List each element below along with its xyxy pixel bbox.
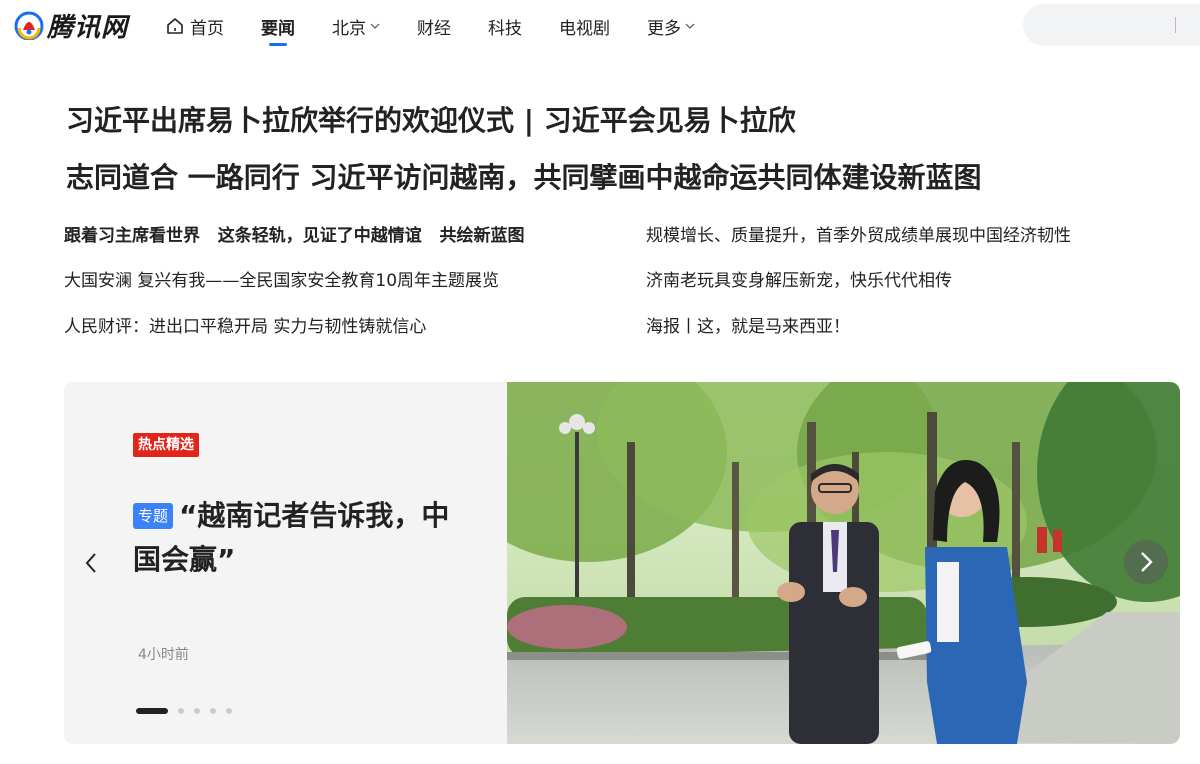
nav-tech[interactable]: 科技 [488,0,522,52]
carousel-dot[interactable] [136,708,168,714]
search-box[interactable] [1023,4,1200,46]
nav-news[interactable]: 要闻 [261,0,295,52]
search-input[interactable] [1039,14,1169,36]
carousel-dot[interactable] [226,708,232,714]
chevron-down-icon [370,23,380,29]
nav-beijing[interactable]: 北京 [332,0,380,52]
carousel-text-panel: 热点精选 专题 “越南记者告诉我，中国会赢” 4小时前 [64,382,507,744]
nav-finance[interactable]: 财经 [417,0,451,52]
headline-main-2[interactable]: 志同道合 一路同行 习近平访问越南，共同擘画中越命运共同体建设新蓝图 [66,156,982,196]
tencent-bell-logo-icon [14,11,44,40]
tencent-logo[interactable]: 腾讯网 [14,8,129,43]
carousel-title-text: “越南记者告诉我，中国会赢” [133,499,450,576]
featured-carousel: 热点精选 专题 “越南记者告诉我，中国会赢” 4小时前 [64,382,1180,744]
nav-tech-label: 科技 [488,18,522,39]
nav-more-label: 更多 [647,18,681,39]
carousel-pagination [136,708,242,714]
chevron-down-icon [685,23,695,29]
nav-news-label: 要闻 [261,18,295,39]
news-link-right-2[interactable]: 济南老玩具变身解压新宠，快乐代代相传 [646,266,952,291]
main-nav: 首页 要闻 北京 财经 科技 电视剧 更多 [166,0,732,52]
news-link-left-2[interactable]: 大国安澜 复兴有我——全民国家安全教育10周年主题展览 [64,266,499,291]
carousel-photo[interactable] [507,382,1180,744]
headline-main-1[interactable]: 习近平出席易卜拉欣举行的欢迎仪式 | 习近平会见易卜拉欣 [66,99,796,139]
search-divider [1175,17,1176,33]
news-link-right-1[interactable]: 规模增长、质量提升，首季外贸成绩单展现中国经济韧性 [646,221,1071,246]
next-slide-button[interactable] [1124,540,1168,584]
nav-beijing-label: 北京 [332,18,366,39]
nav-more[interactable]: 更多 [647,0,695,52]
carousel-dot[interactable] [210,708,216,714]
top-header: 腾讯网 首页 要闻 北京 财经 科技 电视剧 更多 [0,0,1200,52]
news-link-right-3[interactable]: 海报丨这，就是马来西亚！ [646,312,850,337]
home-icon [167,18,183,34]
logo-text: 腾讯网 [47,12,129,43]
previous-slide-arrow-icon[interactable] [80,548,102,578]
nav-home-label: 首页 [190,18,224,39]
news-link-left-1[interactable]: 跟着习主席看世界 这条轻轨，见证了中越情谊 共绘新蓝图 [64,221,525,246]
nav-tv[interactable]: 电视剧 [559,0,610,52]
nav-finance-label: 财经 [417,18,451,39]
carousel-dot[interactable] [194,708,200,714]
carousel-timestamp: 4小时前 [138,647,189,663]
hot-picks-badge: 热点精选 [133,433,199,457]
carousel-title[interactable]: 专题 “越南记者告诉我，中国会赢” [133,494,463,582]
nav-tv-label: 电视剧 [559,18,610,39]
chevron-right-icon [1141,552,1153,572]
carousel-dot[interactable] [178,708,184,714]
news-link-left-3[interactable]: 人民财评：进出口平稳开局 实力与韧性铸就信心 [64,312,426,337]
nav-home[interactable]: 首页 [166,0,224,52]
topic-tag: 专题 [133,503,174,529]
